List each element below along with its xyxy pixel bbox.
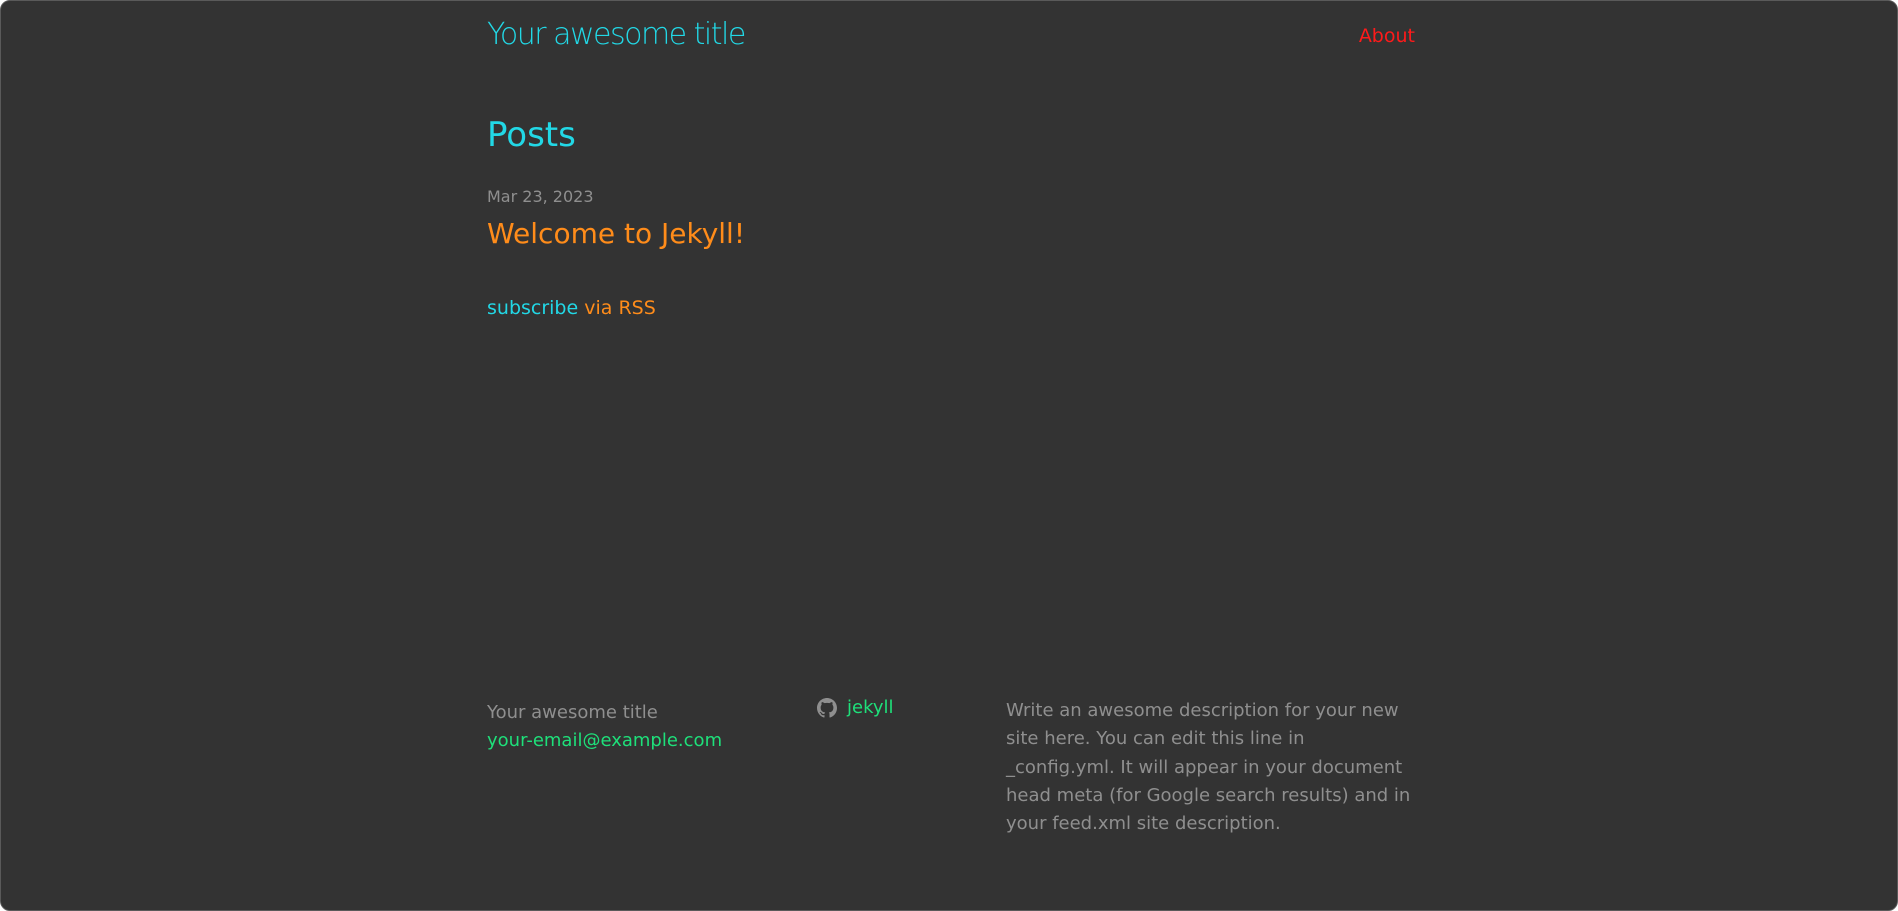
subscribe-link[interactable]: subscribe [487,297,578,319]
post-title-link[interactable]: Welcome to Jekyll! [487,217,745,250]
footer-social: jekyll [817,697,894,718]
site-title-link[interactable]: Your awesome title [487,17,746,52]
footer-site-name: Your awesome title [487,702,658,723]
via-rss-link[interactable]: via RSS [584,297,656,319]
nav-about-link[interactable]: About [1359,25,1415,47]
github-icon [817,697,837,718]
page-wrapper: Your awesome title About Posts Mar 23, 2… [487,1,1415,910]
post-date: Mar 23, 2023 [487,187,594,206]
browser-window: Your awesome title About Posts Mar 23, 2… [0,0,1898,911]
footer-contact: Your awesome title your-email@example.co… [487,699,722,755]
rss-subscribe: subscribe via RSS [487,297,656,319]
github-username-link[interactable]: jekyll [847,697,894,718]
footer-description: Write an awesome description for your ne… [1006,700,1411,835]
footer-email-link[interactable]: your-email@example.com [487,727,722,755]
page-heading: Posts [487,115,576,155]
